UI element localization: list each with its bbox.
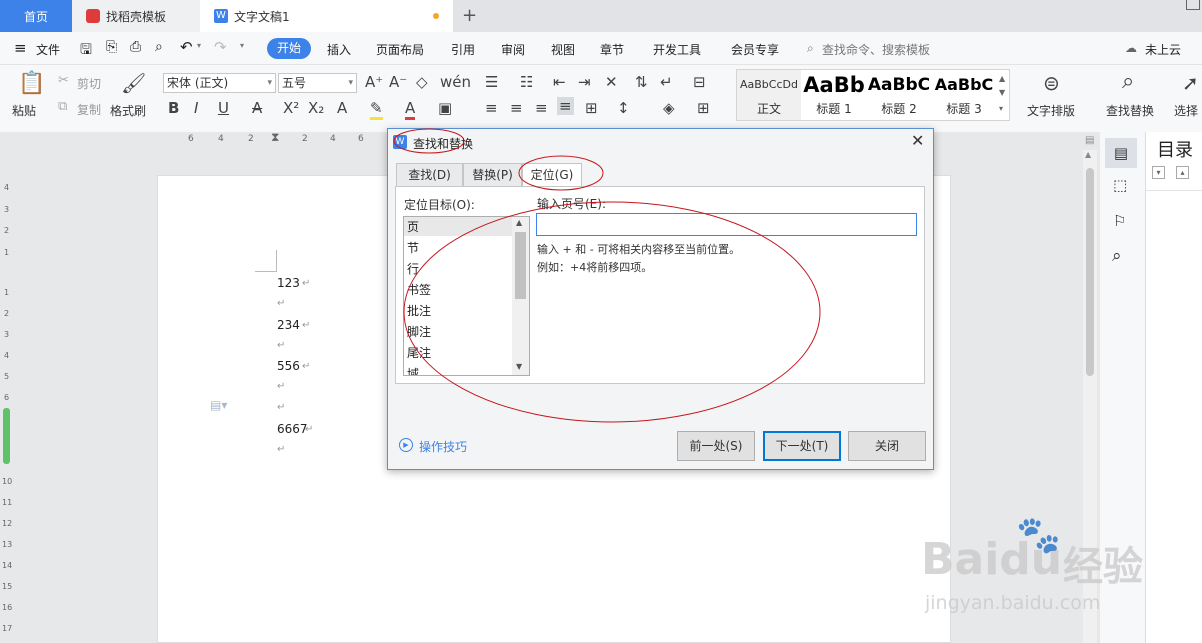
annotation-overlay [393, 128, 821, 423]
annotation-ellipse [403, 201, 821, 423]
annotation-ellipse [393, 128, 465, 154]
annotation-ellipse [518, 155, 604, 191]
